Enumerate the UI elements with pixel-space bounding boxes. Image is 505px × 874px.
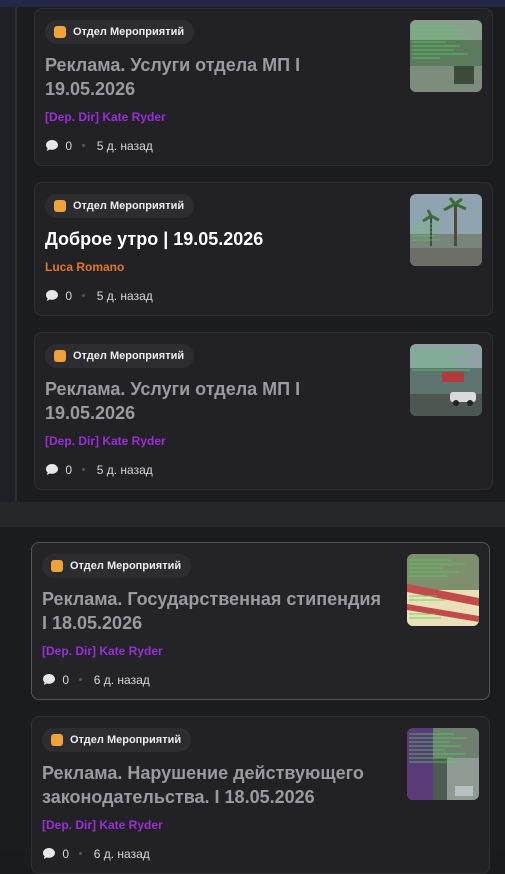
post-time: 5 д. назад xyxy=(96,138,153,153)
post-title[interactable]: Реклама. Нарушение действующего законода… xyxy=(42,761,387,809)
post-author[interactable]: [Dep. Dir] Kate Ryder xyxy=(45,434,166,448)
meta-dot xyxy=(82,144,86,148)
speech-bubble-icon xyxy=(46,290,58,302)
post-card[interactable]: Отдел Мероприятий Реклама. Услуги отдела… xyxy=(34,332,493,490)
post-author[interactable]: [Dep. Dir] Kate Ryder xyxy=(42,644,163,658)
category-badge[interactable]: Отдел Мероприятий xyxy=(42,554,192,578)
category-square-icon xyxy=(54,200,66,212)
post-thumbnail[interactable] xyxy=(407,728,479,800)
post-thumbnail[interactable] xyxy=(410,20,482,92)
category-square-icon xyxy=(51,734,63,746)
post-meta: 0 5 д. назад xyxy=(45,460,153,478)
meta-dot xyxy=(82,468,86,472)
category-label: Отдел Мероприятий xyxy=(70,734,182,746)
post-card[interactable]: Отдел Мероприятий Реклама. Услуги отдела… xyxy=(34,8,493,166)
comment-count: 0 xyxy=(65,138,73,153)
post-card[interactable]: Отдел Мероприятий Реклама. Нарушение дей… xyxy=(31,716,490,874)
category-badge[interactable]: Отдел Мероприятий xyxy=(45,20,195,44)
top-bar xyxy=(0,0,505,7)
meta-dot xyxy=(82,294,86,298)
post-meta: 0 6 д. назад xyxy=(42,844,150,862)
category-badge[interactable]: Отдел Мероприятий xyxy=(45,194,195,218)
category-label: Отдел Мероприятий xyxy=(70,560,182,572)
post-time: 6 д. назад xyxy=(93,846,150,861)
post-card[interactable]: Отдел Мероприятий Доброе утро | 19.05.20… xyxy=(34,182,493,316)
post-card[interactable]: Отдел Мероприятий Реклама. Государственн… xyxy=(31,542,490,700)
post-author[interactable]: [Dep. Dir] Kate Ryder xyxy=(45,110,166,124)
post-title[interactable]: Доброе утро | 19.05.2026 xyxy=(45,227,355,251)
speech-bubble-icon xyxy=(46,140,58,152)
post-thumbnail[interactable] xyxy=(407,554,479,626)
category-label: Отдел Мероприятий xyxy=(73,350,185,362)
post-meta: 0 5 д. назад xyxy=(45,136,153,154)
post-title[interactable]: Реклама. Услуги отдела МП I 19.05.2026 xyxy=(45,377,355,425)
speech-bubble-icon xyxy=(43,674,55,686)
section-separator xyxy=(0,502,505,527)
post-time: 5 д. назад xyxy=(96,462,153,477)
comment-count: 0 xyxy=(62,672,70,687)
post-time: 5 д. назад xyxy=(96,288,153,303)
post-author[interactable]: [Dep. Dir] Kate Ryder xyxy=(42,818,163,832)
post-author[interactable]: Luca Romano xyxy=(45,260,124,274)
post-title[interactable]: Реклама. Государственная стипендия I 18.… xyxy=(42,587,387,635)
category-label: Отдел Мероприятий xyxy=(73,26,185,38)
speech-bubble-icon xyxy=(46,464,58,476)
post-thumbnail[interactable] xyxy=(410,344,482,416)
comment-count: 0 xyxy=(65,462,73,477)
category-badge[interactable]: Отдел Мероприятий xyxy=(45,344,195,368)
post-title[interactable]: Реклама. Услуги отдела МП I 19.05.2026 xyxy=(45,53,355,101)
category-label: Отдел Мероприятий xyxy=(73,200,185,212)
category-square-icon xyxy=(54,350,66,362)
comment-count: 0 xyxy=(65,288,73,303)
category-badge[interactable]: Отдел Мероприятий xyxy=(42,728,192,752)
post-meta: 0 6 д. назад xyxy=(42,670,150,688)
post-meta: 0 5 д. назад xyxy=(45,286,153,304)
meta-dot xyxy=(79,678,83,682)
comment-count: 0 xyxy=(62,846,70,861)
category-square-icon xyxy=(54,26,66,38)
speech-bubble-icon xyxy=(43,848,55,860)
category-square-icon xyxy=(51,560,63,572)
post-time: 6 д. назад xyxy=(93,672,150,687)
post-thumbnail[interactable] xyxy=(410,194,482,266)
